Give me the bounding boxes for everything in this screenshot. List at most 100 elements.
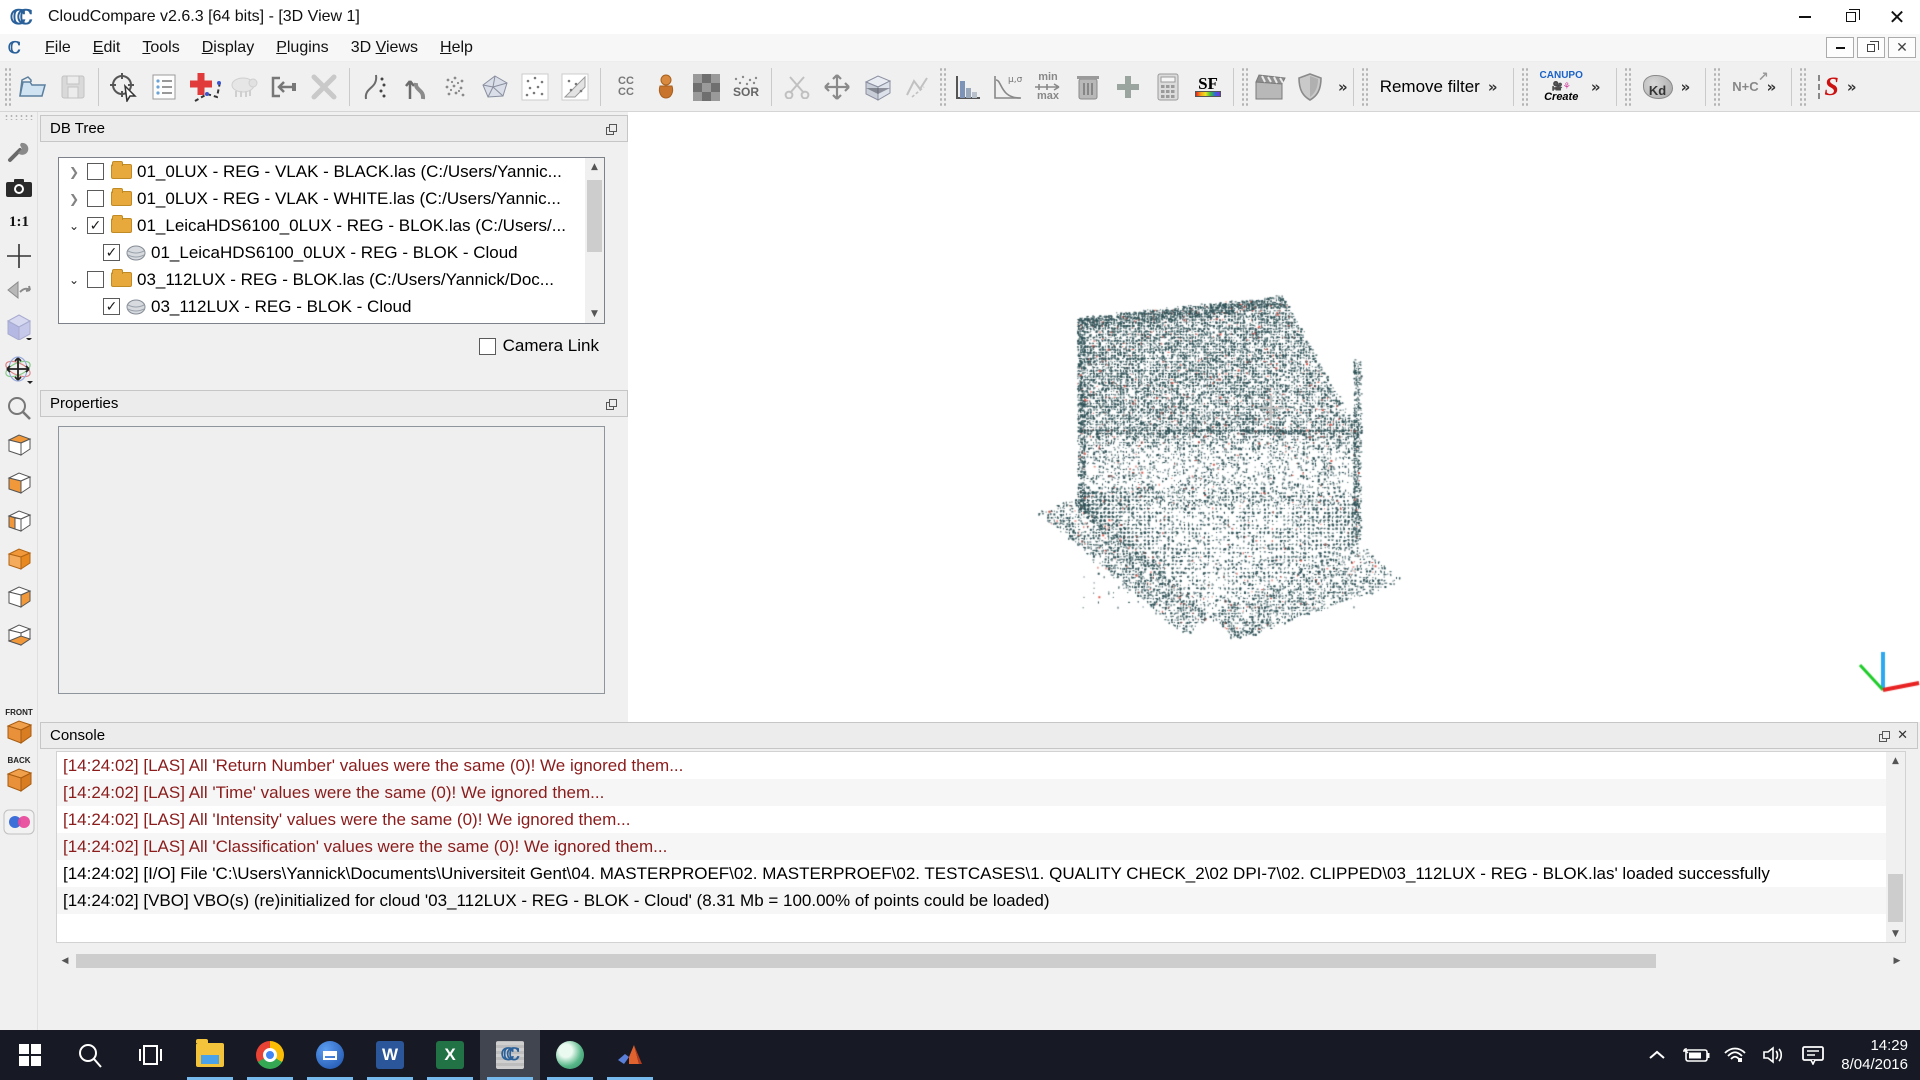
- zoom-1-1-button[interactable]: 1:1: [0, 204, 38, 240]
- menu-tools[interactable]: Tools: [131, 35, 190, 61]
- console-vertical-scrollbar[interactable]: ▲ ▼: [1886, 752, 1905, 942]
- segment-button[interactable]: [777, 66, 817, 108]
- clone-button[interactable]: [224, 66, 264, 108]
- menu-display[interactable]: Display: [191, 35, 265, 61]
- kd-tree-button[interactable]: Kd »: [1633, 66, 1701, 108]
- canupo-create-button[interactable]: CANUPO 🎥⚘ Create »: [1530, 66, 1611, 108]
- back-iso-view-button[interactable]: BACK: [0, 752, 38, 798]
- tree-item[interactable]: 03_112LUX - REG - BLOK - Cloud: [59, 293, 604, 320]
- scroll-thumb[interactable]: [76, 954, 1656, 968]
- menu-edit[interactable]: Edit: [82, 35, 132, 61]
- toolbar-drag-handle[interactable]: [939, 67, 946, 107]
- chevron-right-icon[interactable]: ❯: [65, 192, 83, 206]
- menu-3d-views[interactable]: 3D Views: [340, 35, 429, 61]
- close-button[interactable]: ✕: [1874, 0, 1920, 34]
- view-bottom-button[interactable]: [0, 616, 38, 652]
- chevron-right-icon[interactable]: ❯: [65, 165, 83, 179]
- taskbar-thunderbird[interactable]: [300, 1030, 360, 1080]
- toolbar-drag-handle[interactable]: [1521, 67, 1528, 107]
- noise-filter-button[interactable]: [686, 66, 726, 108]
- front-iso-view-button[interactable]: FRONT: [0, 704, 38, 750]
- visibility-checkbox[interactable]: [87, 163, 104, 180]
- start-button[interactable]: [0, 1030, 60, 1080]
- delete-button[interactable]: [304, 66, 344, 108]
- console-horizontal-scrollbar[interactable]: ◀ ▶: [56, 952, 1906, 970]
- translate-button[interactable]: [817, 66, 857, 108]
- toolbar-overflow[interactable]: »: [1338, 78, 1348, 96]
- polyline-cut-button[interactable]: [897, 66, 937, 108]
- sor-filter-button[interactable]: SOR: [726, 66, 766, 108]
- menu-help[interactable]: Help: [429, 35, 484, 61]
- toolbar-drag-handle[interactable]: [4, 67, 11, 107]
- view-top-button[interactable]: [0, 426, 38, 462]
- taskbar-word[interactable]: W: [360, 1030, 420, 1080]
- mesh-button[interactable]: [475, 66, 515, 108]
- taskbar-excel[interactable]: X: [420, 1030, 480, 1080]
- scroll-down-arrow[interactable]: ▼: [1886, 925, 1905, 942]
- view-left-button[interactable]: [0, 502, 38, 538]
- compute-normals-button[interactable]: [395, 66, 435, 108]
- float-panel-icon[interactable]: [606, 398, 618, 410]
- picker-button[interactable]: [104, 66, 144, 108]
- chevron-down-icon[interactable]: ⌄: [65, 219, 83, 233]
- speaker-icon[interactable]: [1759, 1040, 1789, 1070]
- s-curve-plugin-button[interactable]: S »: [1808, 66, 1866, 108]
- notifications-icon[interactable]: [1798, 1040, 1828, 1070]
- mdi-minimize-button[interactable]: [1826, 37, 1854, 58]
- taskbar-chrome[interactable]: [240, 1030, 300, 1080]
- orbit-view-button[interactable]: [0, 352, 38, 388]
- toolbar-drag-handle[interactable]: [1799, 67, 1806, 107]
- pick-center-button[interactable]: [0, 238, 38, 274]
- mdi-restore-button[interactable]: [1857, 37, 1885, 58]
- sf-delete-button[interactable]: [1068, 66, 1108, 108]
- visibility-checkbox[interactable]: [103, 298, 120, 315]
- taskbar-clock[interactable]: 14:29 8/04/2016: [1841, 1036, 1908, 1074]
- scroll-thumb[interactable]: [1888, 874, 1903, 922]
- visibility-checkbox[interactable]: [87, 217, 104, 234]
- close-panel-icon[interactable]: ✕: [1897, 729, 1908, 742]
- toolbar-drag-handle[interactable]: [1361, 67, 1368, 107]
- octree-button[interactable]: [435, 66, 475, 108]
- cloud-cloud-distance-button[interactable]: CCCC: [606, 66, 646, 108]
- sf-colorscale-button[interactable]: SF: [1188, 66, 1228, 108]
- search-button[interactable]: [60, 1030, 120, 1080]
- iso-view-button[interactable]: [0, 308, 38, 344]
- visibility-checkbox[interactable]: [103, 244, 120, 261]
- restore-button[interactable]: [1828, 0, 1874, 34]
- camera-link-checkbox[interactable]: [479, 338, 496, 355]
- scroll-left-arrow[interactable]: ◀: [56, 952, 74, 970]
- mdi-close-button[interactable]: ✕: [1888, 37, 1916, 58]
- open-file-button[interactable]: [13, 66, 53, 108]
- menu-file[interactable]: File: [34, 35, 82, 61]
- tree-item[interactable]: ⌄ 03_112LUX - REG - BLOK.las (C:/Users/Y…: [59, 266, 604, 293]
- toolbar-drag-handle[interactable]: [1624, 67, 1631, 107]
- battery-icon[interactable]: [1681, 1040, 1711, 1070]
- tree-item[interactable]: ⌄ 01_LeicaHDS6100_0LUX - REG - BLOK.las …: [59, 212, 604, 239]
- tree-item[interactable]: 01_LeicaHDS6100_0LUX - REG - BLOK - Clou…: [59, 239, 604, 266]
- scroll-up-arrow[interactable]: ▲: [585, 158, 604, 176]
- clipping-box-button[interactable]: [857, 66, 897, 108]
- toolbar-drag-handle[interactable]: [1713, 67, 1720, 107]
- filter-by-value-button[interactable]: min max: [1028, 66, 1068, 108]
- sf-calculator-button[interactable]: [1148, 66, 1188, 108]
- toolbar-drag-handle[interactable]: [4, 114, 34, 120]
- console-wrench-button[interactable]: [0, 134, 38, 170]
- sf-add-button[interactable]: [1108, 66, 1148, 108]
- qualify-shield-button[interactable]: [1290, 66, 1330, 108]
- tree-item[interactable]: ❯ 01_0LUX - REG - VLAK - BLACK.las (C:/U…: [59, 158, 604, 185]
- toolbar-drag-handle[interactable]: [1241, 67, 1248, 107]
- animation-button[interactable]: [1250, 66, 1290, 108]
- merge-button[interactable]: [264, 66, 304, 108]
- view-front-button[interactable]: [0, 464, 38, 500]
- scroll-up-arrow[interactable]: ▲: [1886, 752, 1905, 769]
- remove-filter-button[interactable]: Remove filter »: [1370, 66, 1508, 108]
- chevron-down-icon[interactable]: ⌄: [65, 273, 83, 287]
- stereo-mode-button[interactable]: [0, 804, 38, 840]
- taskbar-cloudcompare[interactable]: ℂℂ: [480, 1030, 540, 1080]
- cloud-mesh-distance-button[interactable]: [646, 66, 686, 108]
- taskbar-matlab[interactable]: [600, 1030, 660, 1080]
- gaussian-fit-button[interactable]: µ,σ: [988, 66, 1028, 108]
- point-list-picking-button[interactable]: [184, 66, 224, 108]
- tree-item[interactable]: ❯ 01_0LUX - REG - VLAK - WHITE.las (C:/U…: [59, 185, 604, 212]
- random-sampling-button[interactable]: [515, 66, 555, 108]
